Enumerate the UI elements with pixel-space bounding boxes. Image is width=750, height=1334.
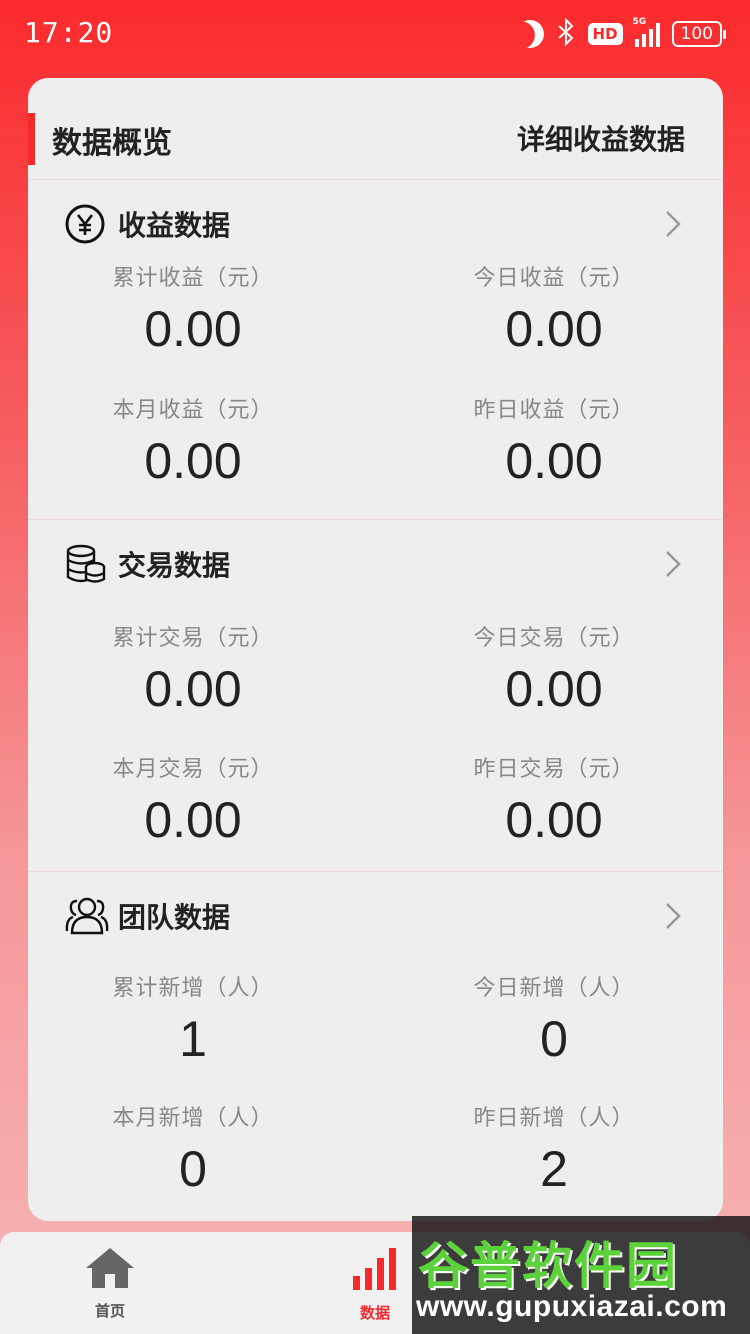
status-time: 17:20 bbox=[24, 16, 114, 49]
nav-label: 首页 bbox=[94, 1302, 125, 1320]
section-title: 收益数据 bbox=[118, 209, 231, 242]
coins-icon bbox=[64, 543, 106, 585]
metric-value: 0.00 bbox=[144, 301, 242, 357]
battery-icon: 100 bbox=[671, 21, 727, 47]
nav-item-data[interactable]: 数据 bbox=[330, 1246, 420, 1323]
metric-today-earnings: 今日收益（元） 0.00 bbox=[404, 260, 704, 358]
page-title: 数据概览 bbox=[52, 126, 172, 161]
nav-label: 数据 bbox=[359, 1304, 390, 1322]
metric-label: 累计交易（元） bbox=[112, 626, 274, 651]
metric-label: 今日新增（人） bbox=[473, 976, 635, 1001]
metric-label: 本月交易（元） bbox=[112, 757, 274, 782]
metric-month-earnings: 本月收益（元） 0.00 bbox=[43, 392, 343, 490]
bar-chart-icon bbox=[353, 1248, 396, 1290]
metric-label: 本月收益（元） bbox=[112, 398, 274, 423]
metric-total-transactions: 累计交易（元） 0.00 bbox=[43, 620, 343, 718]
metric-label: 本月新增（人） bbox=[112, 1106, 274, 1131]
metric-value: 2 bbox=[540, 1141, 568, 1197]
team-section[interactable]: 团队数据 累计新增（人） 1 今日新增（人） 0 本月新增（人） 0 昨日新增（… bbox=[28, 872, 723, 1221]
metric-yesterday-new-members: 昨日新增（人） 2 bbox=[404, 1100, 704, 1198]
bluetooth-icon bbox=[556, 17, 576, 50]
metric-value: 0.00 bbox=[505, 792, 603, 848]
metric-value: 0.00 bbox=[144, 661, 242, 717]
metric-today-transactions: 今日交易（元） 0.00 bbox=[404, 620, 704, 718]
chevron-right-icon[interactable] bbox=[653, 896, 693, 936]
transactions-section[interactable]: 交易数据 累计交易（元） 0.00 今日交易（元） 0.00 本月交易（元） 0… bbox=[28, 520, 723, 872]
nav-item-home[interactable]: 首页 bbox=[65, 1246, 155, 1321]
metric-label: 昨日交易（元） bbox=[473, 757, 635, 782]
home-icon bbox=[86, 1248, 134, 1288]
metric-label: 昨日收益（元） bbox=[473, 398, 635, 423]
section-title: 团队数据 bbox=[118, 901, 231, 934]
metric-label: 昨日新增（人） bbox=[473, 1106, 635, 1131]
metric-total-earnings: 累计收益（元） 0.00 bbox=[43, 260, 343, 358]
metric-value: 0.00 bbox=[505, 661, 603, 717]
metric-value: 1 bbox=[179, 1011, 207, 1067]
detail-earnings-link[interactable]: 详细收益数据 bbox=[517, 118, 685, 158]
chevron-right-icon[interactable] bbox=[653, 544, 693, 584]
watermark-brand: 谷普软件园 bbox=[418, 1237, 678, 1295]
metric-value: 0 bbox=[179, 1141, 207, 1197]
team-icon bbox=[64, 895, 109, 937]
metric-value: 0.00 bbox=[144, 792, 242, 848]
metric-value: 0.00 bbox=[144, 433, 242, 489]
status-bar: 17:20 HD 5G 100 bbox=[0, 0, 750, 70]
metric-month-new-members: 本月新增（人） 0 bbox=[43, 1100, 343, 1198]
section-header: 团队数据 bbox=[64, 894, 230, 938]
watermark: 谷普软件园 www.gupuxiazai.com bbox=[412, 1216, 750, 1334]
data-overview-card: 数据概览 详细收益数据 收益数据 累计收益（元） 0.00 今日收益（元） 0.… bbox=[28, 78, 723, 1221]
metric-value: 0.00 bbox=[505, 301, 603, 357]
earnings-section[interactable]: 收益数据 累计收益（元） 0.00 今日收益（元） 0.00 本月收益（元） 0… bbox=[28, 180, 723, 520]
moon-icon bbox=[512, 16, 548, 52]
section-header: 交易数据 bbox=[64, 542, 230, 586]
metric-yesterday-earnings: 昨日收益（元） 0.00 bbox=[404, 392, 704, 490]
metric-label: 累计新增（人） bbox=[112, 976, 274, 1001]
metric-value: 0 bbox=[540, 1011, 568, 1067]
card-header: 数据概览 详细收益数据 bbox=[28, 78, 723, 180]
metric-label: 今日收益（元） bbox=[473, 266, 635, 291]
metric-yesterday-transactions: 昨日交易（元） 0.00 bbox=[404, 751, 704, 849]
metric-total-new-members: 累计新增（人） 1 bbox=[43, 970, 343, 1068]
metric-today-new-members: 今日新增（人） 0 bbox=[404, 970, 704, 1068]
title-accent-bar bbox=[28, 113, 35, 165]
metric-value: 0.00 bbox=[505, 433, 603, 489]
chevron-right-icon[interactable] bbox=[653, 204, 693, 244]
section-title: 交易数据 bbox=[118, 549, 231, 582]
hd-badge: HD bbox=[587, 23, 623, 45]
section-header: 收益数据 bbox=[64, 202, 230, 246]
network-type: 5G bbox=[632, 17, 647, 27]
metric-month-transactions: 本月交易（元） 0.00 bbox=[43, 751, 343, 849]
status-icons: HD 5G 100 bbox=[516, 17, 727, 50]
metric-label: 今日交易（元） bbox=[473, 626, 635, 651]
metric-label: 累计收益（元） bbox=[112, 266, 274, 291]
yen-icon bbox=[64, 203, 106, 245]
watermark-url: www.gupuxiazai.com bbox=[416, 1290, 728, 1323]
signal-icon: 5G bbox=[633, 17, 660, 47]
